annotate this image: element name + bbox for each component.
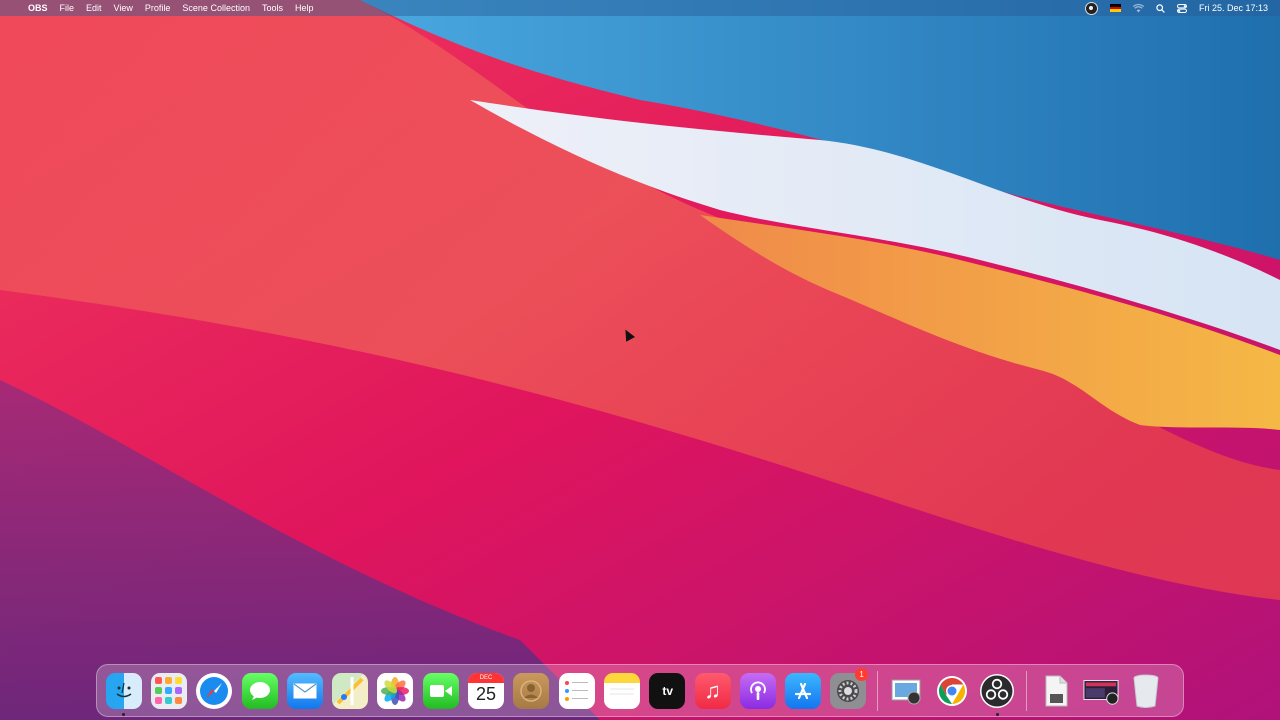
apple-tv-label: tv [662,683,674,698]
menu-edit[interactable]: Edit [80,0,108,16]
menu-scene-collection[interactable]: Scene Collection [176,0,256,16]
screenshot-stack-icon [1083,673,1119,709]
menu-file[interactable]: File [54,0,81,16]
dock-facetime[interactable] [418,664,463,717]
wifi-icon[interactable] [1127,0,1150,16]
dock-finder[interactable] [101,664,146,717]
dock-notes[interactable] [599,664,644,717]
reminders-list-icon [558,672,595,709]
messages-icon [241,672,278,709]
dock-system-preferences[interactable]: 1 [826,664,871,717]
dock-music[interactable]: ♫ [690,664,735,717]
trash-icon [1128,673,1164,709]
document-icon [1038,673,1074,709]
dock-trash[interactable] [1124,664,1169,717]
menu-tools[interactable]: Tools [256,0,289,16]
dock-photos[interactable] [373,664,418,717]
obs-status-icon[interactable] [1079,0,1104,16]
calendar-month: DEC [468,672,505,683]
dock-launchpad[interactable] [146,664,191,717]
mail-envelope-icon [286,672,323,709]
menu-view[interactable]: View [108,0,139,16]
notification-badge: 1 [855,668,869,681]
dock-apple-tv[interactable]: tv [645,664,690,717]
safari-compass-icon [196,672,233,709]
dock-maps[interactable] [327,664,372,717]
dock-safari[interactable] [192,664,237,717]
dock-contacts[interactable] [509,664,554,717]
dock-preview[interactable] [884,664,929,717]
desktop-wallpaper [0,0,1280,720]
control-center-icon[interactable] [1171,0,1193,16]
menu-app-obs[interactable]: OBS [22,0,54,16]
menu-bar-status: Fri 25. Dec 17:13 [1079,0,1280,16]
dock-podcasts[interactable] [735,664,780,717]
dock-reminders[interactable] [554,664,599,717]
notes-icon [603,672,640,709]
running-indicator [122,713,126,716]
app-store-icon [785,672,822,709]
dock-screenshots-stack[interactable] [1078,664,1123,717]
photos-flower-icon [377,672,414,709]
finder-icon [105,672,142,709]
launchpad-icon [150,672,187,709]
calendar-day: 25 [476,684,497,704]
keyboard-flag-de-icon[interactable] [1104,0,1127,16]
podcasts-icon [739,672,776,709]
apple-tv-icon: tv [649,672,686,709]
music-note-icon: ♫ [694,672,731,709]
dock-chrome[interactable] [929,664,974,717]
calendar-icon: DEC 25 [468,672,505,709]
dock-separator [1025,670,1027,711]
menu-bar-left: OBS File Edit View Profile Scene Collect… [0,0,320,16]
menu-profile[interactable]: Profile [139,0,177,16]
dock-app-store[interactable] [780,664,825,717]
maps-icon [332,672,369,709]
preview-photos-icon [889,673,925,709]
menu-bar-clock[interactable]: Fri 25. Dec 17:13 [1193,3,1268,13]
dock-separator [877,670,879,711]
dock-mail[interactable] [282,664,327,717]
obs-logo-icon [979,673,1015,709]
menu-help[interactable]: Help [289,0,320,16]
facetime-camera-icon [422,672,459,709]
dock-calendar[interactable]: DEC 25 [463,664,508,717]
contacts-icon [513,672,550,709]
spotlight-search-icon[interactable] [1150,0,1171,16]
dock: DEC 25 tv ♫ 1 [96,664,1184,717]
dock-messages[interactable] [237,664,282,717]
running-indicator [995,713,999,716]
menu-bar: OBS File Edit View Profile Scene Collect… [0,0,1280,16]
chrome-icon [934,673,970,709]
dock-obs[interactable] [975,664,1020,717]
dock-documents-stack[interactable] [1033,664,1078,717]
